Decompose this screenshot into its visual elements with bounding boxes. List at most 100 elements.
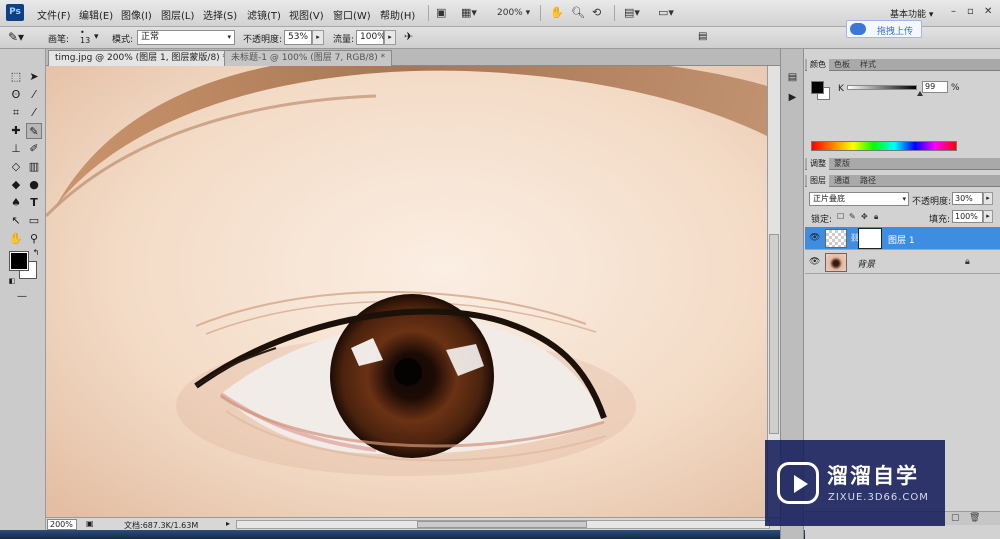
lasso-icon[interactable]: ʘ (8, 87, 24, 103)
menu-select[interactable]: 选择(S) (203, 7, 237, 22)
fill-field[interactable]: 100% (952, 210, 983, 223)
close-icon[interactable]: ✕ (984, 6, 992, 17)
opacity-field[interactable]: 53% (284, 30, 312, 45)
swap-colors-icon[interactable]: ↰ (28, 245, 44, 261)
zoom-tool-icon[interactable]: 🔍︎ (571, 5, 585, 21)
workspace-switcher[interactable]: 基本功能 ▾ (890, 7, 933, 20)
blend-mode-select[interactable]: 正片叠底 ▾ (809, 192, 909, 206)
minimize-icon[interactable]: – (951, 6, 956, 17)
layer-opacity-label: 不透明度: (912, 197, 952, 207)
divider (614, 5, 615, 21)
view-extras-icon[interactable]: ▦▾ (461, 5, 477, 21)
actions-panel-icon[interactable]: ▶ (785, 91, 800, 104)
k-channel-slider[interactable] (847, 85, 917, 90)
layer-row-background[interactable]: 👁︎ 背景 🔒︎ (805, 251, 1000, 274)
gradient-icon[interactable]: ▥ (26, 159, 42, 175)
status-info-icon[interactable]: ▣ (86, 519, 94, 528)
hand-icon[interactable]: ✋ (8, 231, 24, 247)
eyedropper-icon[interactable]: ⁄ (26, 105, 42, 121)
tab-color[interactable]: 颜色 (807, 59, 829, 71)
status-zoom-field[interactable]: 200% (47, 519, 77, 530)
lock-transparency-icon[interactable]: ☐ (837, 212, 844, 221)
brush-tool-icon[interactable]: ✎▾ (8, 30, 24, 44)
menu-edit[interactable]: 编辑(E) (79, 7, 113, 22)
upload-button[interactable]: 拖拽上传 (846, 20, 922, 38)
layer-mask-thumbnail[interactable] (858, 228, 882, 249)
horizontal-scroll-thumb[interactable] (417, 521, 587, 528)
eraser-icon[interactable]: ◇ (8, 159, 24, 175)
lock-position-icon[interactable]: ✥ (861, 212, 868, 221)
magic-wand-icon[interactable]: ⁄ (26, 87, 42, 103)
chevron-down-icon[interactable]: ▾ (94, 32, 99, 42)
brush-icon[interactable]: ✎ (26, 123, 42, 139)
flow-field[interactable]: 100% (356, 30, 386, 45)
clone-stamp-icon[interactable]: ⊥ (8, 141, 24, 157)
color-spectrum-bar[interactable] (811, 141, 957, 151)
brush-panel-icon[interactable]: ▤ (698, 31, 707, 42)
layer-opacity-toggle[interactable]: ▸ (983, 192, 993, 205)
tab-timg[interactable]: timg.jpg @ 200% (图层 1, 图层蒙版/8) * (48, 50, 235, 66)
menu-image[interactable]: 图像(I) (121, 7, 152, 22)
menu-layer[interactable]: 图层(L) (161, 7, 194, 22)
zoom-level-menu[interactable]: 200% ▾ (497, 5, 530, 21)
menu-view[interactable]: 视图(V) (289, 7, 324, 22)
menu-help[interactable]: 帮助(H) (380, 7, 415, 22)
layer-opacity-field[interactable]: 30% (952, 192, 983, 205)
new-layer-icon[interactable]: ▢ (951, 513, 960, 523)
marquee-icon[interactable]: ⬚ (8, 69, 24, 85)
panel-foreground-swatch[interactable] (811, 81, 824, 94)
mode-select[interactable]: 正常 ▾ (137, 30, 235, 45)
status-menu-arrow[interactable]: ▸ (226, 519, 230, 528)
tab-channels[interactable]: 通道 (831, 175, 853, 187)
horizontal-scrollbar[interactable] (236, 520, 770, 529)
visibility-eye-icon[interactable]: 👁︎ (809, 257, 820, 267)
restore-icon[interactable]: ▫ (967, 6, 974, 17)
delete-layer-icon[interactable]: 🗑︎ (969, 513, 980, 523)
default-colors-icon[interactable]: ◧ (4, 273, 20, 289)
tab-adjustments[interactable]: 调整 (807, 158, 829, 170)
opacity-slider-toggle[interactable]: ▸ (312, 30, 324, 45)
menu-window[interactable]: 窗口(W) (333, 7, 371, 22)
dodge-icon[interactable]: ● (26, 177, 42, 193)
tab-swatches[interactable]: 色板 (831, 59, 853, 71)
lock-all-icon[interactable]: 🔒︎ (874, 212, 878, 222)
k-channel-field[interactable]: 99 (922, 81, 948, 93)
healing-icon[interactable]: ✚ (8, 123, 24, 139)
type-icon[interactable]: T (26, 195, 42, 211)
screen-mode-icon[interactable]: ▭▾ (658, 5, 674, 21)
tab-styles[interactable]: 样式 (857, 59, 879, 71)
pen-icon[interactable]: ♠ (8, 195, 24, 211)
arrange-documents-icon[interactable]: ▤▾ (624, 5, 640, 21)
tab-paths[interactable]: 路径 (857, 175, 879, 187)
vertical-scroll-thumb[interactable] (769, 234, 779, 434)
watermark: 溜溜自学 ZIXUE.3D66.COM (765, 440, 945, 526)
tab-layers[interactable]: 图层 (807, 175, 829, 187)
crop-icon[interactable]: ⌗ (8, 105, 24, 121)
bridge-icon[interactable]: ▣ (436, 5, 446, 21)
move-icon[interactable]: ➤ (26, 69, 42, 85)
menu-file[interactable]: 文件(F) (37, 7, 71, 22)
opacity-label: 不透明度: (243, 35, 283, 45)
tab-masks[interactable]: 蒙版 (831, 158, 853, 170)
document-canvas[interactable] (46, 66, 767, 517)
history-brush-icon[interactable]: ✐ (26, 141, 42, 157)
watermark-title: 溜溜自学 (827, 464, 919, 488)
quick-mask-icon[interactable]: — (14, 289, 30, 305)
rotate-view-icon[interactable]: ⟲ (592, 5, 601, 21)
hand-tool-icon[interactable]: ✋ (550, 5, 564, 21)
layer-row-layer-1[interactable]: 👁︎ ⛓︎ 图层 1 (805, 227, 1000, 250)
history-panel-icon[interactable]: ▤ (785, 71, 800, 84)
brush-preset-picker[interactable]: • 13 (80, 29, 90, 45)
airbrush-icon[interactable]: ✈ (404, 30, 413, 43)
path-select-icon[interactable]: ↖ (8, 213, 24, 229)
visibility-eye-icon[interactable]: 👁︎ (809, 233, 820, 243)
lock-pixels-icon[interactable]: ✎ (849, 212, 856, 221)
fill-toggle[interactable]: ▸ (983, 210, 993, 223)
blur-icon[interactable]: ◆ (8, 177, 24, 193)
flow-slider-toggle[interactable]: ▸ (384, 30, 396, 45)
shape-icon[interactable]: ▭ (26, 213, 42, 229)
brush-label: 画笔: (48, 35, 70, 45)
menu-filter[interactable]: 滤镜(T) (247, 7, 281, 22)
tab-untitled-1[interactable]: 未标题-1 @ 100% (图层 7, RGB/8) * (224, 50, 393, 66)
foreground-color-swatch[interactable] (9, 251, 29, 271)
